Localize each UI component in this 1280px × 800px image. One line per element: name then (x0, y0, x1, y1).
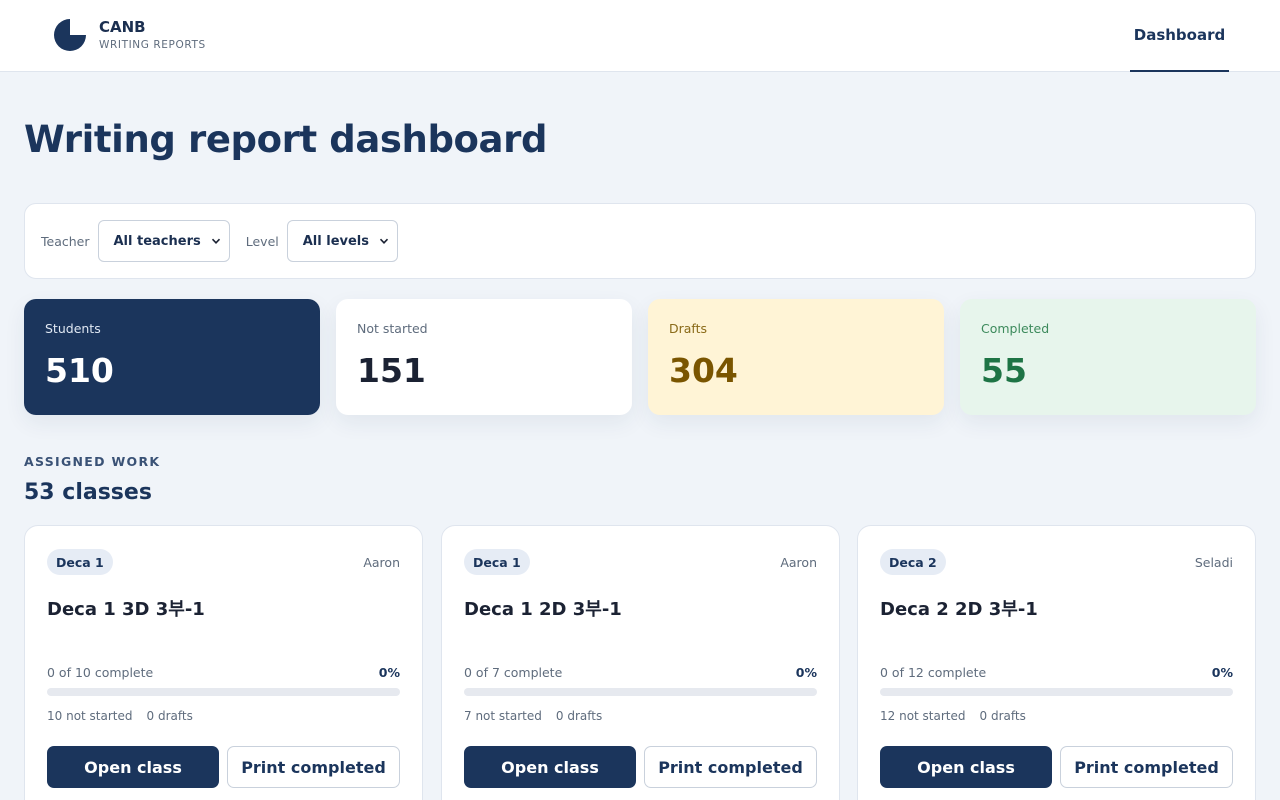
chevron-down-icon (379, 238, 389, 244)
not-started-count: 7 not started (464, 709, 542, 723)
progress-percent: 0% (1211, 665, 1233, 680)
teacher-name: Seladi (1194, 555, 1233, 570)
level-badge: Deca 1 (464, 549, 530, 575)
level-filter-value: All levels (302, 233, 369, 249)
teacher-filter-select[interactable]: All teachers (97, 220, 230, 262)
stat-card-drafts: Drafts 304 (648, 299, 944, 415)
chevron-down-icon (211, 238, 220, 244)
filter-bar: Teacher All teachers Level All levels (24, 203, 1256, 279)
not-started-count: 12 not started (880, 709, 966, 723)
stat-value: 510 (45, 351, 114, 390)
open-class-button[interactable]: Open class (47, 746, 219, 788)
progress-percent: 0% (795, 665, 817, 680)
progress-bar (464, 688, 817, 696)
open-class-button[interactable]: Open class (464, 746, 636, 788)
drafts-count: 0 drafts (146, 709, 193, 723)
level-badge: Deca 2 (880, 549, 946, 575)
drafts-count: 0 drafts (979, 709, 1026, 723)
print-completed-button[interactable]: Print completed (1060, 746, 1233, 788)
brand-subtitle: WRITING REPORTS (99, 39, 206, 51)
progress-bar (47, 688, 400, 696)
brand-text: CANB WRITING REPORTS (99, 18, 206, 52)
section-kicker: ASSIGNED WORK (24, 454, 161, 469)
stat-card-students: Students 510 (24, 299, 320, 415)
stat-label: Students (45, 321, 101, 336)
class-card: Deca 1 Aaron Deca 1 2D 3부-1 0 of 7 compl… (441, 525, 840, 800)
page-title: Writing report dashboard (24, 118, 548, 161)
stat-label: Not started (357, 321, 428, 336)
print-completed-button[interactable]: Print completed (644, 746, 817, 788)
progress-percent: 0% (378, 665, 400, 680)
section-title: 53 classes (24, 480, 152, 505)
stat-card-not-started: Not started 151 (336, 299, 632, 415)
level-filter-select[interactable]: All levels (286, 220, 398, 262)
level-filter-label: Level (245, 233, 279, 249)
print-completed-button[interactable]: Print completed (227, 746, 400, 788)
brand-name: CANB (99, 18, 146, 36)
progress-text: 0 of 10 complete (47, 665, 154, 680)
open-class-button[interactable]: Open class (880, 746, 1052, 788)
progress-text: 0 of 12 complete (880, 665, 987, 680)
class-card: Deca 2 Seladi Deca 2 2D 3부-1 0 of 12 com… (857, 525, 1256, 800)
class-name: Deca 1 3D 3부-1 (47, 599, 205, 620)
nav-tab-dashboard[interactable]: Dashboard (1130, 0, 1229, 72)
stat-value: 304 (669, 351, 738, 390)
progress-bar (880, 688, 1233, 696)
class-card: Deca 1 Aaron Deca 1 3D 3부-1 0 of 10 comp… (24, 525, 423, 800)
stat-value: 151 (357, 351, 426, 390)
stat-label: Drafts (669, 321, 708, 336)
teacher-filter-value: All teachers (113, 233, 201, 249)
class-name: Deca 1 2D 3부-1 (464, 599, 622, 620)
stat-label: Completed (981, 321, 1050, 336)
progress-text: 0 of 7 complete (464, 665, 563, 680)
teacher-name: Aaron (363, 555, 400, 570)
class-counts: 10 not started 0 drafts (47, 709, 193, 723)
drafts-count: 0 drafts (555, 709, 603, 723)
stat-value: 55 (981, 351, 1027, 390)
class-counts: 7 not started 0 drafts (464, 709, 602, 723)
brand[interactable]: CANB WRITING REPORTS (53, 18, 206, 52)
teacher-filter-label: Teacher (41, 233, 90, 249)
top-navigation-bar: CANB WRITING REPORTS Dashboard (0, 0, 1280, 72)
class-name: Deca 2 2D 3부-1 (880, 599, 1038, 620)
teacher-name: Aaron (780, 555, 817, 570)
level-badge: Deca 1 (47, 549, 113, 575)
not-started-count: 10 not started (47, 709, 133, 723)
class-counts: 12 not started 0 drafts (880, 709, 1026, 723)
pie-chart-logo-icon (54, 19, 86, 51)
stat-card-completed: Completed 55 (960, 299, 1256, 415)
